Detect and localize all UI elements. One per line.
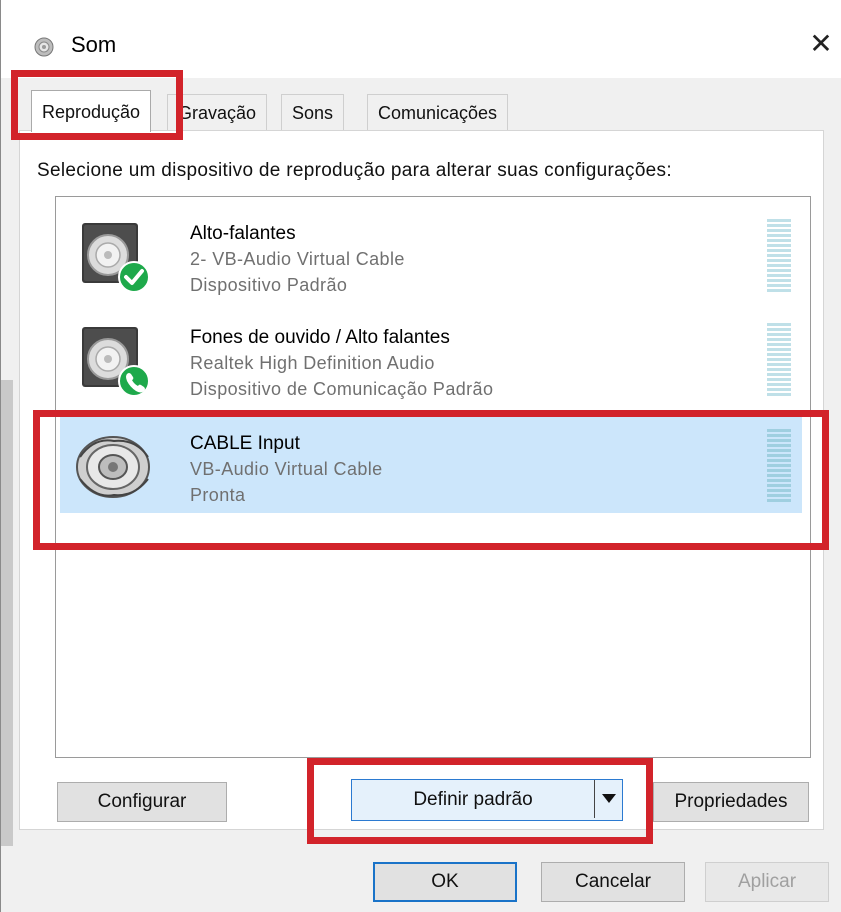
device-name: Alto-falantes (190, 223, 296, 244)
device-item-fones[interactable]: Fones de ouvido / Alto falantes Realtek … (60, 305, 802, 407)
properties-button[interactable]: Propriedades (653, 782, 809, 822)
ok-button[interactable]: OK (373, 862, 517, 902)
set-default-button[interactable]: Definir padrão (351, 779, 623, 821)
window-title: Som (71, 32, 117, 57)
close-button[interactable]: ✕ (801, 26, 841, 62)
device-item-alto-falantes[interactable]: Alto-falantes 2- VB-Audio Virtual Cable … (60, 201, 802, 303)
tab-sons[interactable]: Sons (281, 94, 345, 130)
volume-meter (767, 323, 791, 397)
speaker-device-icon (82, 327, 150, 397)
device-item-cable-input[interactable]: CABLE Input VB-Audio Virtual Cable Pront… (60, 411, 802, 513)
tab-comunicacoes[interactable]: Comunicações (367, 94, 509, 130)
device-driver: VB-Audio Virtual Cable (190, 459, 383, 479)
sound-dialog: Som ✕ Reprodução Gravação Sons Comunicaç… (0, 0, 841, 912)
background-strip (1, 380, 13, 912)
dropdown-arrow-icon[interactable] (594, 780, 622, 818)
cancel-button[interactable]: Cancelar (541, 862, 685, 902)
title-bar: Som ✕ (1, 0, 841, 78)
set-default-label: Definir padrão (413, 789, 533, 810)
device-driver: 2- VB-Audio Virtual Cable (190, 249, 405, 269)
device-list[interactable]: Alto-falantes 2- VB-Audio Virtual Cable … (55, 196, 811, 758)
check-badge-icon (118, 261, 150, 293)
tab-gravacao[interactable]: Gravação (167, 94, 268, 130)
volume-meter (767, 429, 791, 503)
device-name: CABLE Input (190, 433, 300, 454)
volume-meter (767, 219, 791, 293)
speaker-icon (34, 37, 54, 57)
instructions-text: Selecione um dispositivo de reprodução p… (37, 160, 672, 181)
configure-button[interactable]: Configurar (57, 782, 227, 822)
device-status: Dispositivo Padrão (190, 275, 348, 295)
device-driver: Realtek High Definition Audio (190, 353, 435, 373)
phone-badge-icon (118, 365, 150, 397)
cable-device-icon (76, 436, 150, 498)
speaker-device-icon (82, 223, 150, 293)
device-status: Pronta (190, 485, 246, 505)
device-status: Dispositivo de Comunicação Padrão (190, 379, 494, 399)
tab-reproducao[interactable]: Reprodução (31, 90, 152, 132)
device-name: Fones de ouvido / Alto falantes (190, 327, 450, 348)
apply-button[interactable]: Aplicar (705, 862, 829, 902)
